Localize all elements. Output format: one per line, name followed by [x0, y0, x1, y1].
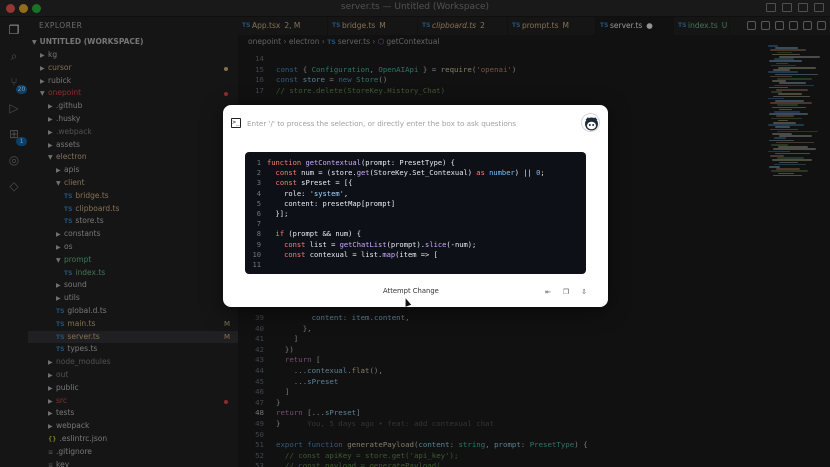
line-number: 7	[256, 219, 261, 229]
code-line: const sPreset = [{	[275, 178, 353, 188]
line-number: 10	[252, 249, 261, 259]
line-number: 8	[256, 229, 261, 239]
line-number: 2	[256, 168, 261, 178]
code-line: content: presetMap[prompt]	[267, 198, 396, 208]
code-line: const list = getChatList(prompt).slice(-…	[284, 239, 477, 249]
code-line: const num = (store.get(StoreKey.Set_Cont…	[275, 168, 545, 178]
code-line: if (prompt && num) {	[275, 229, 361, 239]
prompt-input[interactable]	[247, 116, 567, 130]
replace-icon[interactable]: ⇩	[580, 288, 588, 296]
ai-prompt-dialog: >_ 1 function getContextual(prompt: Prese…	[223, 105, 608, 307]
copy-icon[interactable]: ❐	[562, 288, 570, 296]
line-number: 4	[256, 188, 261, 198]
code-line: role: 'system',	[267, 188, 349, 198]
attempt-change-button[interactable]: Attempt Change	[383, 287, 439, 295]
code-line: const contexual = list.map(item => [	[284, 249, 438, 259]
code-line: }];	[267, 209, 289, 218]
code-line: function getContextual(prompt: PresetTyp…	[267, 158, 455, 167]
line-number: 5	[256, 198, 261, 208]
line-number: 3	[256, 178, 261, 188]
avatar[interactable]	[581, 113, 600, 132]
terminal-prompt-icon: >_	[231, 118, 241, 128]
line-number: 1	[256, 158, 261, 167]
insert-icon[interactable]: ⇤	[544, 288, 552, 296]
line-number: 9	[256, 239, 261, 249]
code-preview: 1 function getContextual(prompt: PresetTy…	[245, 152, 586, 274]
line-number: 6	[256, 209, 261, 218]
line-number: 11	[252, 260, 261, 269]
